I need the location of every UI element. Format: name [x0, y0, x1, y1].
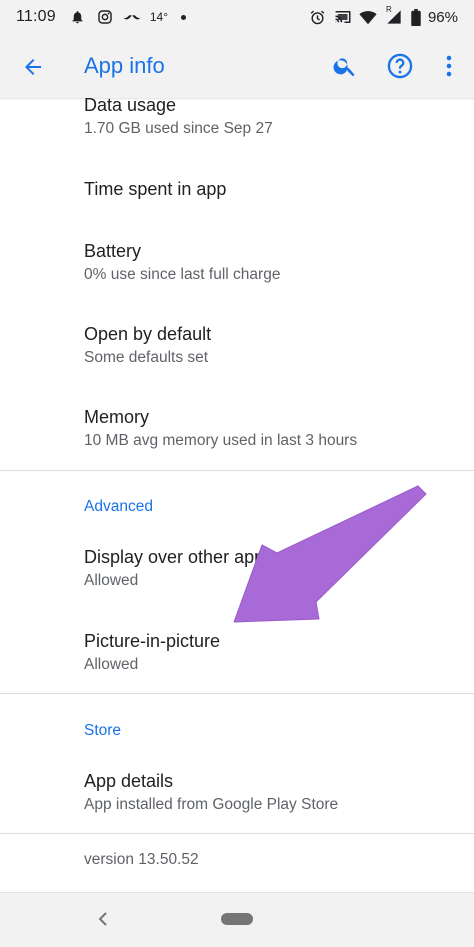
item-summary: 10 MB avg memory used in last 3 hours	[84, 432, 358, 449]
item-summary: Some defaults set	[84, 349, 209, 366]
navigation-bar	[0, 892, 474, 947]
cell-signal-icon: R	[384, 5, 404, 26]
chevron-left-icon	[98, 912, 107, 926]
page-title: App info	[84, 53, 165, 78]
item-summary: Allowed	[84, 572, 139, 589]
more-vert-icon	[446, 55, 452, 77]
item-summary: App installed from Google Play Store	[84, 796, 339, 813]
picture-in-picture-item[interactable]: Picture-in-picture Allowed	[84, 630, 464, 675]
item-title: Picture-in-picture	[84, 631, 221, 651]
item-title: Open by default	[84, 324, 212, 344]
mustache-icon	[123, 8, 141, 26]
item-summary: Allowed	[84, 656, 139, 673]
divider	[0, 833, 474, 834]
notification-bell-icon	[69, 8, 87, 26]
search-icon	[333, 58, 355, 77]
item-summary: 0% use since last full charge	[84, 266, 281, 283]
divider	[0, 693, 474, 694]
item-summary: 1.70 GB used since Sep 27	[84, 120, 273, 137]
item-title: App details	[84, 771, 174, 791]
status-bar: 11:09 14° R 96%	[0, 0, 474, 34]
temperature-text: 14°	[149, 10, 169, 24]
app-bar: App info	[0, 34, 474, 98]
time-spent-item[interactable]: Time spent in app	[84, 178, 464, 200]
item-title: Data usage	[84, 95, 177, 115]
battery-item[interactable]: Battery 0% use since last full charge	[84, 240, 464, 285]
alarm-icon	[309, 8, 327, 26]
more-options-button[interactable]	[434, 51, 464, 81]
open-by-default-item[interactable]: Open by default Some defaults set	[84, 323, 464, 368]
version-text: version 13.50.52	[84, 851, 199, 868]
search-button[interactable]	[330, 51, 360, 81]
back-button[interactable]	[18, 52, 48, 82]
advanced-section-header: Advanced	[84, 498, 153, 515]
instagram-icon	[96, 8, 114, 26]
nav-home-pill[interactable]	[221, 913, 253, 925]
help-icon	[387, 53, 413, 79]
roaming-badge: R	[385, 5, 392, 14]
app-details-item[interactable]: App details App installed from Google Pl…	[84, 770, 464, 815]
status-time: 11:09	[16, 8, 56, 25]
item-title: Display over other apps	[84, 547, 274, 567]
memory-item[interactable]: Memory 10 MB avg memory used in last 3 h…	[84, 406, 464, 451]
arrow-back-icon	[25, 59, 41, 75]
battery-icon	[411, 8, 421, 26]
display-over-other-apps-item[interactable]: Display over other apps Allowed	[84, 546, 464, 591]
more-notifications-dot-icon	[181, 14, 187, 20]
data-usage-item[interactable]: Data usage 1.70 GB used since Sep 27	[84, 94, 464, 139]
divider	[0, 470, 474, 471]
nav-back-button[interactable]	[94, 909, 112, 929]
cast-icon	[334, 8, 352, 26]
item-title: Time spent in app	[84, 179, 227, 199]
item-title: Battery	[84, 241, 142, 261]
item-title: Memory	[84, 407, 150, 427]
wifi-icon	[359, 8, 377, 26]
battery-percentage: 96%	[427, 8, 458, 26]
store-section-header: Store	[84, 722, 122, 739]
help-button[interactable]	[385, 51, 415, 81]
